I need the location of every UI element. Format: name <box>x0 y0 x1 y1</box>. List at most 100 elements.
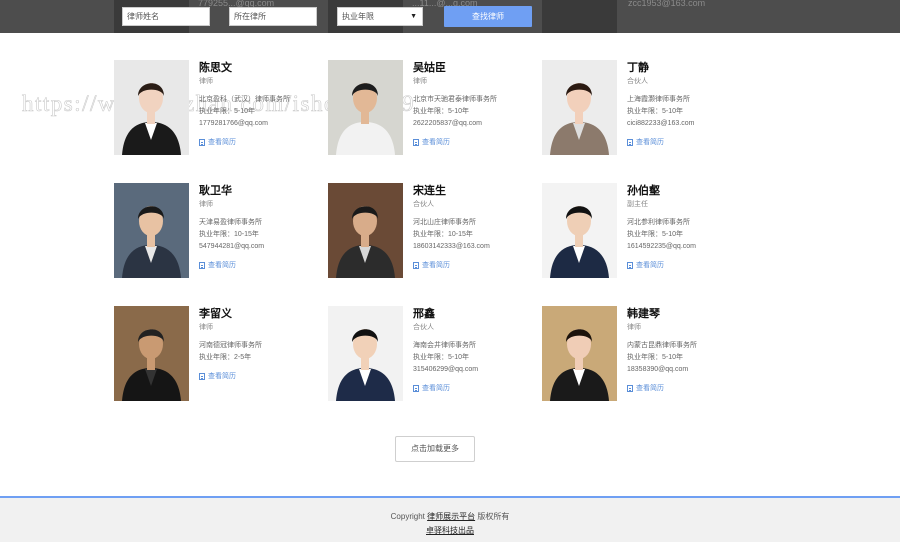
view-resume-link[interactable]: 查看简历 <box>627 138 757 147</box>
lawyer-years: 执业年限：5-10年 <box>413 108 470 115</box>
footer-producer: 卓驿科技出品 <box>0 525 900 537</box>
lawyer-name[interactable]: 邢鑫 <box>413 308 543 321</box>
producer-link[interactable]: 卓驿科技出品 <box>426 526 474 535</box>
view-resume-label: 查看简历 <box>422 139 450 146</box>
lawyer-name[interactable]: 陈思文 <box>199 62 329 75</box>
lawyer-years: 执业年限：5-10年 <box>413 354 470 361</box>
load-more-button[interactable]: 点击加载更多 <box>395 436 475 462</box>
site-link[interactable]: 律师展示平台 <box>427 512 475 521</box>
lawyer-years: 执业年限：5-10年 <box>627 231 684 238</box>
view-resume-label: 查看简历 <box>422 262 450 269</box>
lawyer-name[interactable]: 吴姑臣 <box>413 62 543 75</box>
view-resume-label: 查看简历 <box>208 139 236 146</box>
lawyer-years: 执业年限：5-10年 <box>627 108 684 115</box>
lawyer-info: 吴姑臣 律师 北京市天驰君泰律师事务所 执业年限：5-10年 262220583… <box>413 62 543 147</box>
lawyer-firm: 北京盈科（武汉）律师事务所 <box>199 96 290 103</box>
lawyer-email: 547944281@qq.com <box>199 243 265 250</box>
lawyer-years: 执业年限：5-10年 <box>627 354 684 361</box>
lawyer-photo[interactable] <box>542 60 617 155</box>
lawyer-firm: 河北山庄律师事务所 <box>413 219 476 226</box>
document-icon <box>413 385 419 392</box>
lawyer-info: 耿卫华 律师 天津易盈律师事务所 执业年限：10-15年 547944281@q… <box>199 185 329 270</box>
lawyer-role: 律师 <box>413 78 427 85</box>
lawyer-card[interactable]: 耿卫华 律师 天津易盈律师事务所 执业年限：10-15年 547944281@q… <box>114 183 314 279</box>
lawyer-info: 李留义 律师 河南德冠律师事务所 执业年限：2-5年 查看简历 <box>199 308 329 381</box>
view-resume-link[interactable]: 查看简历 <box>199 261 329 270</box>
lawyer-info: 韩建琴 律师 内蒙古昆鼎律师事务所 执业年限：5-10年 18358390@qq… <box>627 308 757 393</box>
document-icon <box>199 262 205 269</box>
lawyer-firm: 海南会井律师事务所 <box>413 342 476 349</box>
view-resume-label: 查看简历 <box>636 262 664 269</box>
view-resume-link[interactable]: 查看简历 <box>413 384 543 393</box>
lawyer-name-input[interactable]: 律师姓名 <box>122 7 210 26</box>
lawyer-info: 孙伯壑 副主任 河北参利律师事务所 执业年限：5-10年 1614592235@… <box>627 185 757 270</box>
lawyer-info: 丁静 合伙人 上海霞灏律师事务所 执业年限：5-10年 cici882233@1… <box>627 62 757 147</box>
lawyer-firm: 河南德冠律师事务所 <box>199 342 262 349</box>
lawyer-photo[interactable] <box>114 60 189 155</box>
lawyer-card[interactable]: 宋连生 合伙人 河北山庄律师事务所 执业年限：10-15年 1860314233… <box>328 183 528 279</box>
law-firm-input[interactable]: 所在律所 <box>229 7 317 26</box>
lawyer-info: 邢鑫 合伙人 海南会井律师事务所 执业年限：5-10年 315406299@qq… <box>413 308 543 393</box>
lawyer-photo[interactable] <box>542 183 617 278</box>
lawyer-photo[interactable] <box>328 306 403 401</box>
view-resume-link[interactable]: 查看简历 <box>413 261 543 270</box>
previous-email-ghost: zcc1953@163.com <box>628 0 706 8</box>
lawyer-email: 1779281766@qq.com <box>199 120 268 127</box>
view-resume-link[interactable]: 查看简历 <box>199 138 329 147</box>
lawyer-firm: 天津易盈律师事务所 <box>199 219 262 226</box>
lawyer-photo[interactable] <box>542 306 617 401</box>
lawyer-email: 315406299@qq.com <box>413 366 479 373</box>
lawyer-card[interactable]: 李留义 律师 河南德冠律师事务所 执业年限：2-5年 查看简历 <box>114 306 314 402</box>
lawyer-years: 执业年限：5-10年 <box>199 108 256 115</box>
document-icon <box>413 262 419 269</box>
document-icon <box>627 139 633 146</box>
document-icon <box>627 385 633 392</box>
lawyer-role: 律师 <box>627 324 641 331</box>
lawyer-email: 2622205837@qq.com <box>413 120 482 127</box>
view-resume-link[interactable]: 查看简历 <box>627 261 757 270</box>
footer-copyright: Copyright 律师展示平台 版权所有 <box>390 512 510 521</box>
lawyer-role: 律师 <box>199 78 213 85</box>
lawyer-photo[interactable] <box>114 183 189 278</box>
lawyer-role: 合伙人 <box>413 201 434 208</box>
lawyer-name[interactable]: 宋连生 <box>413 185 543 198</box>
dropdown-arrow-icon: ▼ <box>410 13 417 20</box>
lawyer-photo[interactable] <box>328 183 403 278</box>
lawyer-role: 律师 <box>199 324 213 331</box>
lawyer-name[interactable]: 韩建琴 <box>627 308 757 321</box>
lawyer-card[interactable]: 吴姑臣 律师 北京市天驰君泰律师事务所 执业年限：5-10年 262220583… <box>328 60 528 156</box>
lawyer-card[interactable]: 丁静 合伙人 上海霞灏律师事务所 执业年限：5-10年 cici882233@1… <box>542 60 742 156</box>
previous-photo-ghost <box>542 0 617 33</box>
lawyer-email: 18603142333@163.com <box>413 243 490 250</box>
lawyer-years: 执业年限：10-15年 <box>413 231 473 238</box>
practice-years-select[interactable]: 执业年限 ▼ <box>337 7 423 26</box>
lawyer-role: 副主任 <box>627 201 648 208</box>
lawyer-email: cici882233@163.com <box>627 120 695 127</box>
view-resume-link[interactable]: 查看简历 <box>199 372 329 381</box>
lawyer-card[interactable]: 韩建琴 律师 内蒙古昆鼎律师事务所 执业年限：5-10年 18358390@qq… <box>542 306 742 402</box>
lawyer-firm: 上海霞灏律师事务所 <box>627 96 690 103</box>
lawyer-photo[interactable] <box>328 60 403 155</box>
document-icon <box>199 373 205 380</box>
lawyer-role: 合伙人 <box>627 78 648 85</box>
lawyer-firm: 北京市天驰君泰律师事务所 <box>413 96 497 103</box>
lawyer-role: 合伙人 <box>413 324 434 331</box>
lawyer-name[interactable]: 丁静 <box>627 62 757 75</box>
view-resume-label: 查看简历 <box>636 385 664 392</box>
footer: Copyright 律师展示平台 版权所有 卓驿科技出品 <box>0 496 900 542</box>
view-resume-link[interactable]: 查看简历 <box>413 138 543 147</box>
view-resume-label: 查看简历 <box>208 373 236 380</box>
document-icon <box>627 262 633 269</box>
lawyer-name[interactable]: 李留义 <box>199 308 329 321</box>
lawyer-card[interactable]: 陈思文 律师 北京盈科（武汉）律师事务所 执业年限：5-10年 17792817… <box>114 60 314 156</box>
view-resume-link[interactable]: 查看简历 <box>627 384 757 393</box>
lawyer-email: 18358390@qq.com <box>627 366 689 373</box>
lawyer-name[interactable]: 孙伯壑 <box>627 185 757 198</box>
lawyer-info: 宋连生 合伙人 河北山庄律师事务所 执业年限：10-15年 1860314233… <box>413 185 543 270</box>
lawyer-photo[interactable] <box>114 306 189 401</box>
lawyer-name[interactable]: 耿卫华 <box>199 185 329 198</box>
document-icon <box>413 139 419 146</box>
lawyer-card[interactable]: 孙伯壑 副主任 河北参利律师事务所 执业年限：5-10年 1614592235@… <box>542 183 742 279</box>
lawyer-card[interactable]: 邢鑫 合伙人 海南会井律师事务所 执业年限：5-10年 315406299@qq… <box>328 306 528 402</box>
find-lawyer-button[interactable]: 查找律师 <box>444 6 532 27</box>
